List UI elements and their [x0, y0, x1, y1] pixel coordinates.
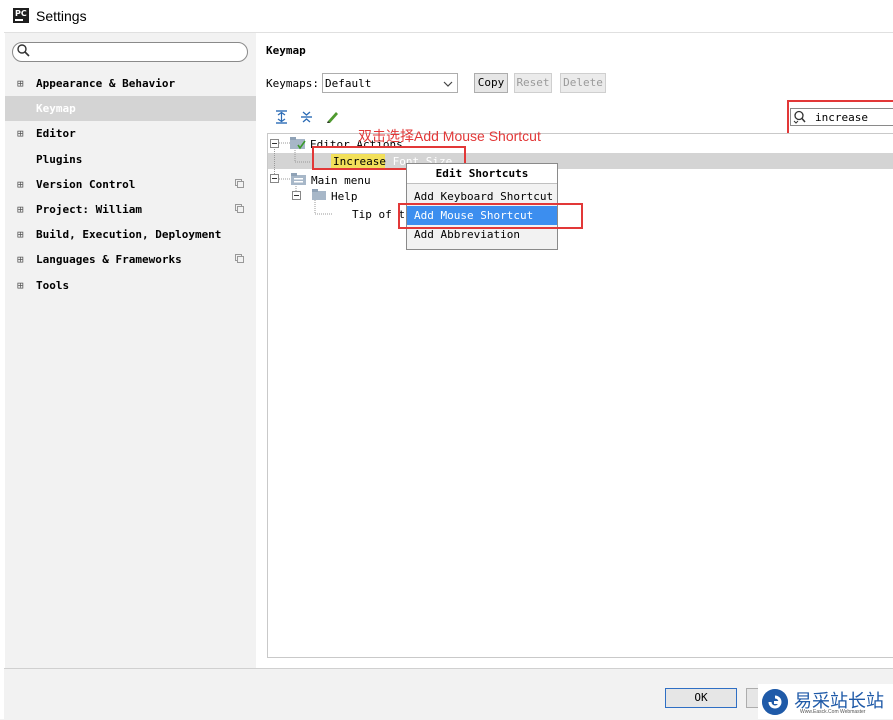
ok-button[interactable]: OK: [665, 688, 737, 708]
collapse-toggle-icon[interactable]: [292, 191, 301, 200]
sidebar-item-label: Languages & Frameworks: [36, 253, 182, 266]
pencil-icon[interactable]: [325, 110, 339, 124]
popup-title: Edit Shortcuts: [407, 164, 557, 184]
page-title: Keymap: [266, 44, 306, 57]
reset-button[interactable]: Reset: [514, 73, 552, 93]
annotation-box: [787, 100, 893, 135]
expand-toggle-icon[interactable]: ⊞: [17, 247, 24, 272]
sidebar-item[interactable]: ⊞ Version Control: [5, 172, 256, 197]
expand-toggle-icon[interactable]: ⊞: [17, 273, 24, 298]
sidebar-item-label: Appearance & Behavior: [36, 77, 176, 90]
pycharm-icon: PC: [13, 8, 29, 23]
sidebar-item[interactable]: ⊞ Editor: [5, 121, 256, 146]
sidebar-item[interactable]: Plugins: [5, 147, 256, 172]
keymap-select-value: Default: [325, 77, 372, 90]
project-level-icon: [235, 204, 244, 213]
search-icon: [17, 44, 30, 57]
sidebar-item-label: Tools: [36, 279, 70, 292]
delete-button[interactable]: Delete: [560, 73, 606, 93]
keymaps-label: Keymaps:: [266, 77, 319, 90]
sidebar-item-label: Build, Execution, Deployment: [36, 228, 222, 241]
collapse-toggle-icon[interactable]: [270, 139, 279, 148]
expand-toggle-icon[interactable]: ⊞: [17, 222, 24, 247]
expand-toggle-icon[interactable]: ⊞: [17, 121, 24, 146]
watermark-logo: [762, 689, 788, 715]
expand-toggle-icon[interactable]: ⊞: [17, 172, 24, 197]
collapse-toggle-icon[interactable]: [270, 174, 279, 183]
sidebar-item-label: Plugins: [36, 153, 83, 166]
folder-icon: [290, 137, 306, 150]
tree-item-main-menu[interactable]: Main menu: [311, 174, 371, 187]
menu-folder-icon: [291, 173, 306, 185]
collapse-all-icon[interactable]: [300, 110, 313, 124]
sidebar-item[interactable]: ⊞ Languages & Frameworks: [5, 247, 256, 272]
annotation-text: 双击选择Add Mouse Shortcut: [358, 128, 541, 144]
sidebar-item-label: Editor: [36, 127, 76, 140]
sidebar-item[interactable]: ⊞ Build, Execution, Deployment: [5, 222, 256, 247]
expand-toggle-icon[interactable]: ⊞: [17, 197, 24, 222]
chevron-down-icon[interactable]: [443, 80, 453, 88]
expand-all-icon[interactable]: [275, 110, 288, 124]
settings-search-input[interactable]: [12, 42, 248, 62]
sidebar-item-label: Version Control: [36, 178, 136, 191]
project-level-icon: [235, 254, 244, 263]
window-title: Settings: [36, 8, 87, 24]
expand-toggle-icon[interactable]: ⊞: [17, 71, 24, 96]
sidebar-item[interactable]: ⊞ Project: William: [5, 197, 256, 222]
window-border: [0, 0, 4, 719]
sidebar-item[interactable]: ⊞ Appearance & Behavior: [5, 71, 256, 96]
copy-button[interactable]: Copy: [474, 73, 508, 93]
tree-item-help[interactable]: Help: [331, 190, 358, 203]
title-bar: [0, 0, 893, 33]
sidebar-item[interactable]: ⊞ Tools: [5, 273, 256, 298]
sidebar-item-label: Keymap: [36, 102, 76, 115]
sidebar-item[interactable]: Keymap: [5, 96, 256, 121]
folder-icon: [312, 189, 326, 200]
annotation-box: [398, 203, 583, 229]
watermark-subtext: Www.Easck.Com Webmaster: [800, 709, 866, 715]
project-level-icon: [235, 179, 244, 188]
sidebar-item-label: Project: William: [36, 203, 142, 216]
